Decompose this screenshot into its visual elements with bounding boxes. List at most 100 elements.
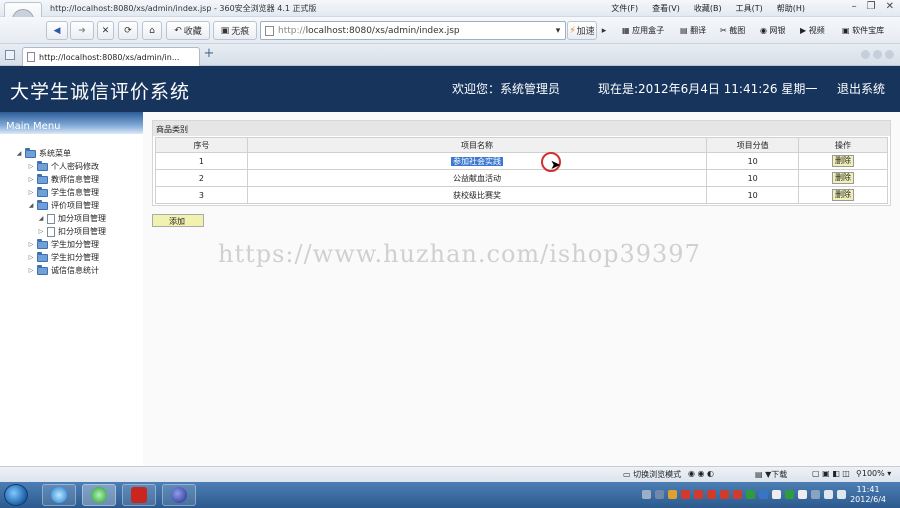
speed-button[interactable]: ⚡ 加速 [567, 21, 597, 40]
tray-icon[interactable] [772, 490, 781, 499]
watermark: https://www.huzhan.com/ishop39397 [218, 240, 701, 268]
windows-taskbar: 11:41 2012/6/4 [0, 482, 900, 508]
tray-icon[interactable] [733, 490, 742, 499]
zoom-control[interactable]: ⚲100% ▾ [856, 469, 891, 478]
tab-right-icon[interactable] [873, 50, 882, 59]
tray-icon[interactable] [798, 490, 807, 499]
toolbar-appbox[interactable]: ▦ 应用盒子 [622, 25, 664, 36]
tray-icon[interactable] [694, 490, 703, 499]
taskbar-360-browser-icon[interactable] [82, 484, 116, 506]
folder-icon [37, 186, 48, 197]
toolbar-ebank[interactable]: ◉ 网银 [760, 25, 786, 36]
switch-mode-button[interactable]: ▭ 切换浏览模式 [623, 469, 681, 480]
tray-icon[interactable] [655, 490, 664, 499]
table-header-row: 序号 项目名称 项目分值 操作 [155, 137, 888, 153]
sidebar-item-penalty-items[interactable]: ▷ 扣分项目管理 [38, 226, 106, 237]
expand-icon: ▷ [28, 163, 34, 170]
toolbar-video[interactable]: ▶ 视频 [800, 25, 825, 36]
tab-list-icon[interactable] [885, 50, 894, 59]
download-button[interactable]: ▤ ▼下载 [755, 469, 787, 480]
col-header-no: 序号 [155, 137, 248, 153]
tray-icon[interactable] [824, 490, 833, 499]
address-dropdown-icon[interactable]: ▾ [551, 21, 565, 40]
cell-action: 删除 [798, 169, 888, 187]
restore-icon[interactable]: ❐ [867, 1, 876, 12]
tab-left-icon[interactable] [861, 50, 870, 59]
go-icon[interactable]: ▸ [598, 21, 610, 40]
browser-title-bar: http://localhost:8080/xs/admin/index.jsp… [0, 0, 900, 17]
browser-tab[interactable]: http://localhost:8080/xs/admin/in... [22, 47, 200, 66]
taskbar-eclipse-icon[interactable] [162, 484, 196, 506]
welcome-text: 欢迎您：系统管理员 [452, 82, 561, 96]
cell-score: 10 [706, 186, 800, 204]
sidebar-item-evaluation[interactable]: ◢ 评价项目管理 [28, 199, 99, 211]
table-row: 3 获校级比赛奖 10 删除 [155, 186, 888, 204]
address-text: http://localhost:8080/xs/admin/index.jsp [278, 25, 460, 36]
tray-icon[interactable] [642, 490, 651, 499]
toolbar-software[interactable]: ▣ 软件宝库 [842, 25, 884, 36]
sidebar-item-bonus-items[interactable]: ◢ 加分项目管理 [38, 213, 106, 224]
toolbar-translate[interactable]: ▤ 翻译 [680, 25, 706, 36]
item-name-link[interactable]: 公益献血活动 [453, 174, 501, 183]
home-icon[interactable]: ⌂ [142, 21, 162, 40]
back-icon[interactable]: ◀ [46, 21, 68, 40]
tray-icon[interactable] [668, 490, 677, 499]
clock-time: 11:41 [856, 485, 880, 494]
taskbar-ie-icon[interactable] [42, 484, 76, 506]
incognito-icon: ▣ [220, 25, 230, 36]
sidebar-item-student-penalty[interactable]: ▷ 学生扣分管理 [28, 251, 99, 263]
close-icon[interactable]: ✕ [886, 1, 894, 12]
menu-tools[interactable]: 工具(T) [736, 3, 763, 14]
cell-action: 删除 [798, 152, 888, 170]
sidebar-toggle-icon[interactable] [5, 50, 15, 60]
taskbar-app-icon[interactable] [122, 484, 156, 506]
window-title: http://localhost:8080/xs/admin/index.jsp… [50, 4, 317, 13]
add-button[interactable]: 添加 [152, 214, 204, 227]
incognito-button[interactable]: ▣ 无痕 [213, 21, 257, 40]
delete-button[interactable]: 删除 [832, 189, 855, 201]
delete-button[interactable]: 删除 [832, 172, 855, 184]
tab-title: http://localhost:8080/xs/admin/in... [39, 52, 180, 62]
tray-icon[interactable] [785, 490, 794, 499]
delete-button[interactable]: 删除 [832, 155, 855, 167]
menu-file[interactable]: 文件(F) [611, 3, 638, 14]
lightning-icon: ⚡ [569, 25, 576, 36]
tray-icon[interactable] [720, 490, 729, 499]
sidebar: Main Menu ◢ 系统菜单 ▷ 个人密码修改 ▷ 教师信息管理 ▷ 学生信息管理… [0, 112, 143, 466]
cell-no: 1 [155, 152, 248, 170]
forward-icon[interactable]: ➜ [70, 21, 94, 40]
sidebar-item-students[interactable]: ▷ 学生信息管理 [28, 186, 99, 198]
folder-icon [37, 251, 48, 262]
tray-icon[interactable] [681, 490, 690, 499]
volume-icon[interactable] [837, 490, 846, 499]
undo-close-button[interactable]: ↶ 收藏 [166, 21, 210, 40]
sidebar-item-password[interactable]: ▷ 个人密码修改 [28, 160, 99, 172]
tray-icon[interactable] [811, 490, 820, 499]
items-panel: 商品类别 序号 项目名称 项目分值 操作 1 参加社会实践 10 删除 2 公益… [152, 120, 891, 206]
collapse-icon: ◢ [38, 215, 44, 222]
item-name-link[interactable]: 参加社会实践 [451, 156, 504, 166]
undo-icon: ↶ [174, 25, 182, 36]
sidebar-item-student-bonus[interactable]: ▷ 学生加分管理 [28, 238, 99, 250]
toolbar-screenshot[interactable]: ✂ 截图 [720, 25, 745, 36]
sidebar-item-teachers[interactable]: ▷ 教师信息管理 [28, 173, 99, 185]
logout-link[interactable]: 退出系统 [837, 80, 885, 97]
menu-view[interactable]: 查看(V) [652, 3, 680, 14]
taskbar-clock[interactable]: 11:41 2012/6/4 [850, 485, 886, 505]
new-tab-icon[interactable]: + [202, 47, 216, 62]
tree-root[interactable]: ◢ 系统菜单 [16, 147, 71, 159]
col-header-name: 项目名称 [246, 137, 708, 153]
menu-favorites[interactable]: 收藏(B) [694, 3, 722, 14]
item-name-link[interactable]: 获校级比赛奖 [453, 191, 501, 200]
minimize-icon[interactable]: – [852, 1, 857, 12]
tray-icon[interactable] [746, 490, 755, 499]
sidebar-item-statistics[interactable]: ▷ 诚信信息统计 [28, 264, 99, 276]
tray-icon[interactable] [759, 490, 768, 499]
stop-icon[interactable]: ✕ [97, 21, 114, 40]
start-button-icon[interactable] [4, 484, 28, 506]
address-bar[interactable]: http://localhost:8080/xs/admin/index.jsp [260, 21, 566, 40]
menu-help[interactable]: 帮助(H) [777, 3, 805, 14]
tray-icon[interactable] [707, 490, 716, 499]
refresh-icon[interactable]: ⟳ [118, 21, 138, 40]
clock-date: 2012/6/4 [850, 495, 886, 504]
